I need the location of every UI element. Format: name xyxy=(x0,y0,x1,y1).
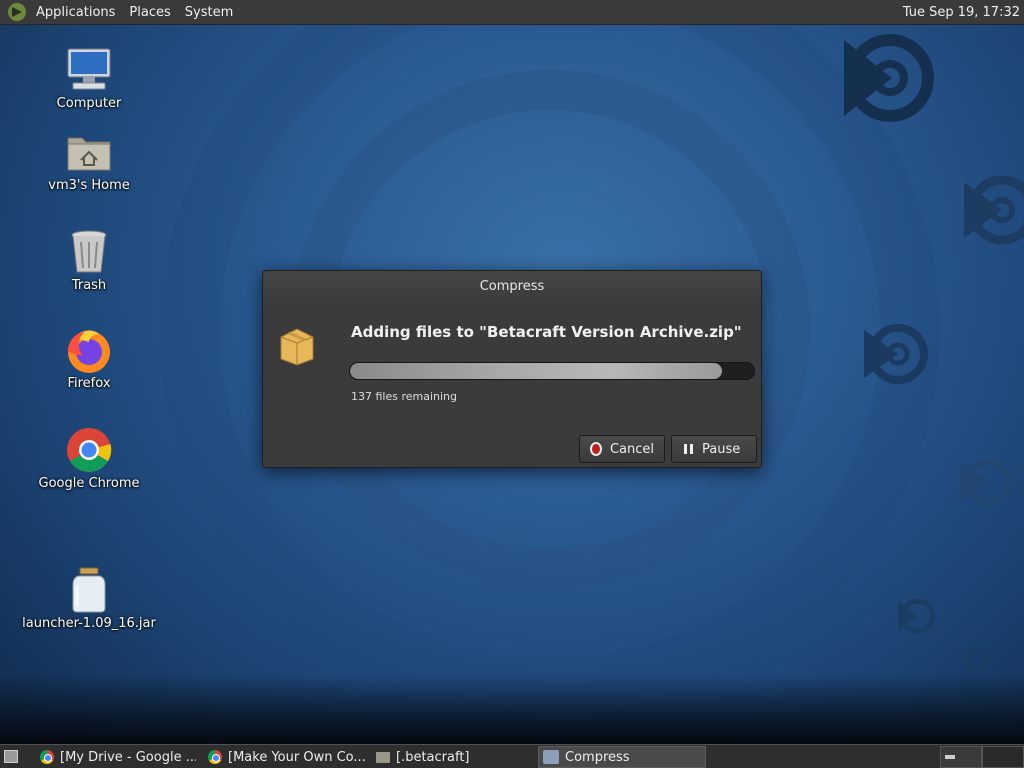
jar-icon xyxy=(65,566,113,614)
chrome-icon xyxy=(65,426,113,474)
desktop-icon-label: launcher-1.09_16.jar xyxy=(22,616,156,631)
taskbar-item-label: [My Drive - Google ... xyxy=(60,749,196,765)
desktop-icon-jar[interactable]: launcher-1.09_16.jar xyxy=(22,566,156,631)
wallpaper-logo-icon xyxy=(964,175,1024,245)
workspace-1[interactable] xyxy=(940,746,982,768)
desktop-icon-label: Firefox xyxy=(67,376,111,391)
wallpaper-logo-icon xyxy=(898,598,936,634)
menu-applications[interactable]: Applications xyxy=(32,5,125,20)
desktop-icon-trash[interactable]: Trash xyxy=(24,228,154,293)
firefox-icon xyxy=(65,326,113,374)
pause-label: Pause xyxy=(702,441,741,457)
compress-dialog: Compress Adding files to "Betacraft Vers… xyxy=(262,270,762,468)
workspace-switcher[interactable] xyxy=(940,746,1024,768)
desktop-icon-label: vm3's Home xyxy=(48,178,130,193)
menu-places[interactable]: Places xyxy=(125,5,180,20)
wallpaper-logo-icon xyxy=(864,324,928,384)
desktop-icon-label: Google Chrome xyxy=(38,476,140,491)
stop-icon xyxy=(590,442,602,456)
home-folder-icon xyxy=(65,128,113,176)
desktop-icon-firefox[interactable]: Firefox xyxy=(24,326,154,391)
desktop-icon-home[interactable]: vm3's Home xyxy=(24,128,154,193)
taskbar-item-label: [.betacraft] xyxy=(396,749,470,765)
compress-progress-bar xyxy=(349,362,755,380)
files-remaining-text: 137 files remaining xyxy=(351,390,458,403)
desktop-icon-label: Computer xyxy=(56,96,122,111)
wallpaper-logo-icon xyxy=(960,459,1011,505)
taskbar-item[interactable]: [Make Your Own Co... xyxy=(204,746,368,768)
computer-icon xyxy=(65,46,113,94)
menu-system[interactable]: System xyxy=(181,5,243,20)
cancel-button[interactable]: Cancel xyxy=(579,435,665,463)
wallpaper-logo-icon xyxy=(964,648,988,672)
dialog-heading: Adding files to "Betacraft Version Archi… xyxy=(351,323,742,341)
taskbar-item-label: [Make Your Own Co... xyxy=(228,749,366,765)
desktop-icon-computer[interactable]: Computer xyxy=(24,46,154,111)
workspace-2[interactable] xyxy=(982,746,1024,768)
bottom-taskbar: [My Drive - Google ... [Make Your Own Co… xyxy=(0,744,1024,768)
cancel-label: Cancel xyxy=(609,441,654,457)
archive-icon xyxy=(543,750,559,764)
pause-icon xyxy=(682,443,694,455)
top-panel: Applications Places System Tue Sep 19, 1… xyxy=(0,0,1024,25)
chrome-icon xyxy=(208,750,222,764)
distro-logo-icon[interactable] xyxy=(8,3,26,21)
desktop-icon-chrome[interactable]: Google Chrome xyxy=(24,426,154,491)
dialog-titlebar[interactable]: Compress xyxy=(263,271,761,303)
show-desktop-icon[interactable] xyxy=(4,750,18,763)
taskbar-item[interactable]: [My Drive - Google ... xyxy=(36,746,196,768)
taskbar-item-active[interactable]: Compress xyxy=(538,746,706,768)
chrome-icon xyxy=(40,750,54,764)
taskbar-item-label: Compress xyxy=(565,749,630,765)
progress-fill xyxy=(350,363,722,379)
desktop-icon-label: Trash xyxy=(71,278,107,293)
archive-box-icon xyxy=(279,327,315,367)
pause-button[interactable]: Pause xyxy=(671,435,757,463)
taskbar-item[interactable]: [.betacraft] xyxy=(372,746,536,768)
wallpaper-grass xyxy=(0,674,1024,744)
wallpaper-logo-icon xyxy=(844,34,934,122)
trash-icon xyxy=(65,228,113,276)
panel-clock[interactable]: Tue Sep 19, 17:32 xyxy=(903,0,1020,25)
folder-icon xyxy=(376,751,390,763)
